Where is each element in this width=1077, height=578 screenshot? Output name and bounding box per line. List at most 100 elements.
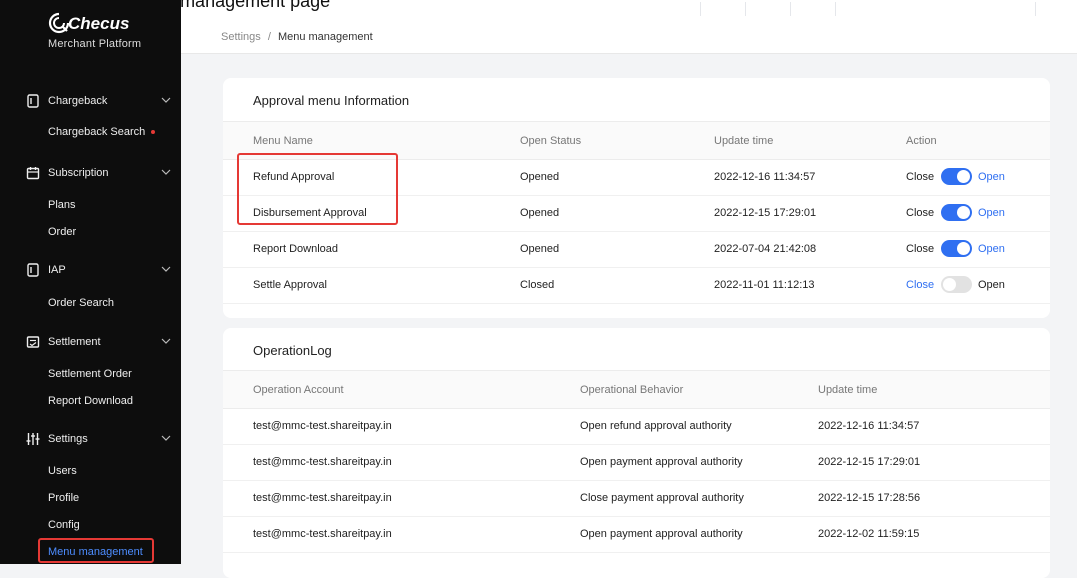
open-status: Opened bbox=[520, 207, 560, 219]
open-status: Opened bbox=[520, 171, 560, 183]
status-switch-group: Close Open bbox=[906, 204, 1016, 222]
sidebar-item-chargeback-search[interactable]: Chargeback Search bbox=[48, 126, 156, 138]
menu-name: Report Download bbox=[253, 243, 338, 255]
sidebar-group-settings[interactable]: Settings bbox=[0, 426, 181, 452]
close-label[interactable]: Close bbox=[906, 243, 934, 255]
sidebar-item-plans[interactable]: Plans bbox=[48, 199, 76, 211]
toggle-knob bbox=[957, 242, 970, 255]
close-label[interactable]: Close bbox=[906, 171, 934, 183]
column-header: Operation Account bbox=[253, 384, 344, 396]
operation-account: test@mmc-test.shareitpay.in bbox=[253, 420, 392, 432]
operation-account: test@mmc-test.shareitpay.in bbox=[253, 528, 392, 540]
column-header: Open Status bbox=[520, 135, 582, 147]
sliders-icon bbox=[26, 433, 40, 445]
card-title: Approval menu Information bbox=[253, 93, 410, 108]
operation-account: test@mmc-test.shareitpay.in bbox=[253, 492, 392, 504]
status-toggle[interactable] bbox=[941, 240, 972, 257]
update-time: 2022-12-16 11:34:57 bbox=[714, 171, 816, 183]
column-header: Operational Behavior bbox=[580, 384, 684, 396]
sidebar-item-report-download[interactable]: Report Download bbox=[48, 395, 133, 407]
breadcrumb-current: Menu management bbox=[277, 31, 373, 43]
chevron-down-icon bbox=[161, 97, 171, 103]
menu-name: Settle Approval bbox=[253, 279, 327, 291]
sidebar-group-chargeback[interactable]: Chargeback bbox=[0, 88, 181, 114]
operation-account: test@mmc-test.shareitpay.in bbox=[253, 456, 392, 468]
checus-logo-icon bbox=[48, 12, 70, 34]
calendar-icon bbox=[26, 167, 40, 180]
toggle-knob bbox=[943, 278, 956, 291]
brand-subtitle: Merchant Platform bbox=[48, 38, 142, 50]
table-row: test@mmc-test.shareitpay.in Open payment… bbox=[223, 444, 1050, 481]
operational-behavior: Open refund approval authority bbox=[580, 420, 732, 432]
table-row: Settle Approval Closed 2022-11-01 11:12:… bbox=[223, 267, 1050, 304]
document-icon bbox=[27, 94, 39, 108]
breadcrumb-parent[interactable]: Settings bbox=[221, 31, 261, 43]
notification-dot bbox=[151, 130, 156, 135]
sidebar-group-subscription[interactable]: Subscription bbox=[0, 160, 181, 186]
card-title: OperationLog bbox=[253, 343, 332, 358]
divider bbox=[835, 2, 836, 16]
column-header: Menu Name bbox=[253, 135, 313, 147]
annotation-highlight-box bbox=[237, 153, 398, 225]
sidebar-item-settlement-order[interactable]: Settlement Order bbox=[48, 368, 132, 380]
table-row: Report Download Opened 2022-07-04 21:42:… bbox=[223, 231, 1050, 268]
divider bbox=[745, 2, 746, 16]
divider bbox=[790, 2, 791, 16]
table-row: test@mmc-test.shareitpay.in Open payment… bbox=[223, 516, 1050, 553]
toggle-knob bbox=[957, 170, 970, 183]
column-header: Update time bbox=[818, 384, 878, 396]
sidebar-item-users[interactable]: Users bbox=[48, 465, 77, 477]
sidebar-group-label: Chargeback bbox=[48, 95, 108, 107]
chevron-down-icon bbox=[161, 266, 171, 272]
table-row: test@mmc-test.shareitpay.in Open refund … bbox=[223, 408, 1050, 445]
column-header: Action bbox=[906, 135, 937, 147]
status-toggle[interactable] bbox=[941, 276, 972, 293]
update-time: 2022-12-15 17:28:56 bbox=[818, 492, 921, 504]
update-time: 2022-12-15 17:29:01 bbox=[818, 456, 921, 468]
sidebar-item-order[interactable]: Order bbox=[48, 226, 76, 238]
open-label[interactable]: Open bbox=[978, 171, 1005, 183]
open-label[interactable]: Open bbox=[978, 207, 1005, 219]
sidebar-group-settlement[interactable]: Settlement bbox=[0, 329, 181, 355]
breadcrumb-bar: Settings / Menu management bbox=[181, 18, 1077, 54]
sidebar-group-iap[interactable]: IAP bbox=[0, 257, 181, 283]
sidebar-group-label: Settings bbox=[48, 433, 88, 445]
sidebar: Checus Merchant Platform Chargeback Char… bbox=[0, 0, 181, 564]
status-toggle[interactable] bbox=[941, 168, 972, 185]
sidebar-item-order-search[interactable]: Order Search bbox=[48, 297, 114, 309]
table-row: test@mmc-test.shareitpay.in Close paymen… bbox=[223, 480, 1050, 517]
sidebar-group-label: IAP bbox=[48, 264, 66, 276]
status-switch-group: Close Open bbox=[906, 276, 1016, 294]
chevron-down-icon bbox=[161, 169, 171, 175]
chevron-down-icon bbox=[161, 338, 171, 344]
column-header: Update time bbox=[714, 135, 774, 147]
open-status: Closed bbox=[520, 279, 555, 291]
chevron-down-icon bbox=[161, 435, 171, 441]
update-time: 2022-12-15 17:29:01 bbox=[714, 207, 817, 219]
status-switch-group: Close Open bbox=[906, 240, 1016, 258]
operational-behavior: Close payment approval authority bbox=[580, 492, 744, 504]
close-label[interactable]: Close bbox=[906, 207, 934, 219]
sidebar-group-label: Subscription bbox=[48, 167, 109, 179]
receipt-icon bbox=[26, 336, 40, 348]
divider bbox=[1035, 2, 1036, 16]
open-label[interactable]: Open bbox=[978, 279, 1005, 291]
update-time: 2022-12-16 11:34:57 bbox=[818, 420, 920, 432]
update-time: 2022-11-01 11:12:13 bbox=[714, 279, 815, 291]
operational-behavior: Open payment approval authority bbox=[580, 528, 743, 540]
sidebar-item-label: Chargeback Search bbox=[48, 126, 146, 138]
update-time: 2022-12-02 11:59:15 bbox=[818, 528, 920, 540]
close-label[interactable]: Close bbox=[906, 279, 934, 291]
open-label[interactable]: Open bbox=[978, 243, 1005, 255]
divider bbox=[700, 2, 701, 16]
open-status: Opened bbox=[520, 243, 560, 255]
sidebar-item-profile[interactable]: Profile bbox=[48, 492, 79, 504]
document-icon bbox=[27, 263, 39, 277]
breadcrumb-separator: / bbox=[267, 31, 271, 43]
brand-name: Checus bbox=[68, 14, 130, 33]
sidebar-item-config[interactable]: Config bbox=[48, 519, 80, 531]
annotation-highlight-box bbox=[38, 538, 154, 563]
toggle-knob bbox=[957, 206, 970, 219]
status-toggle[interactable] bbox=[941, 204, 972, 221]
update-time: 2022-07-04 21:42:08 bbox=[714, 243, 817, 255]
